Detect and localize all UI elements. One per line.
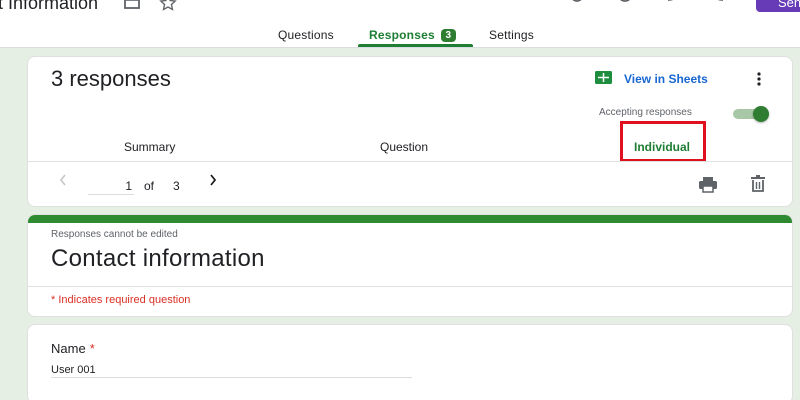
form-header-card: Responses cannot be edited Contact infor… [27, 214, 793, 317]
form-tabs: Questions Responses 3 Settings [0, 22, 800, 48]
tab-questions[interactable]: Questions [278, 28, 334, 42]
responses-summary-card: 3 responses View in Sheets Accepting res… [27, 56, 793, 207]
pager-total: 3 [173, 179, 180, 193]
print-icon[interactable] [698, 176, 718, 199]
palette-icon[interactable] [566, 0, 588, 15]
sheets-icon [595, 70, 613, 89]
copy-icon[interactable] [123, 0, 143, 15]
more-vert-icon[interactable] [756, 71, 762, 92]
required-question-note: * Indicates required question [51, 294, 191, 306]
subtab-summary[interactable]: Summary [124, 140, 175, 154]
responses-count-badge: 3 [440, 29, 456, 42]
top-app-bar: t Information Sen Questions Responses 3 S… [0, 0, 800, 48]
page-number-input[interactable] [88, 177, 134, 195]
send-button[interactable]: Sen [756, 0, 800, 12]
chevron-left-icon[interactable] [58, 173, 68, 190]
accepting-responses-label: Accepting responses [599, 107, 692, 118]
response-count: 3 responses [51, 66, 171, 91]
undo-icon[interactable] [664, 0, 682, 15]
highlight-box [620, 121, 706, 162]
tab-responses[interactable]: Responses 3 [369, 28, 456, 42]
subtab-question[interactable]: Question [380, 140, 428, 154]
form-doc-title[interactable]: t Information [0, 0, 98, 14]
cannot-edit-note: Responses cannot be edited [51, 229, 178, 240]
accepting-responses-toggle[interactable] [733, 106, 769, 122]
tab-responses-label: Responses [369, 28, 435, 42]
question-card-name: Name * User 001 [27, 324, 793, 400]
response-pager: of 3 [28, 162, 792, 208]
redo-icon[interactable] [711, 0, 729, 15]
pager-of-label: of [144, 179, 155, 193]
view-in-sheets-label: View in Sheets [624, 72, 708, 86]
trash-icon[interactable] [750, 175, 766, 198]
chevron-right-icon[interactable] [208, 173, 218, 190]
header-color-stripe [28, 215, 792, 223]
required-asterisk: * [89, 341, 95, 356]
star-icon[interactable] [158, 0, 178, 17]
question-title-label: Name [51, 341, 86, 356]
question-title: Name * [51, 341, 95, 356]
active-tab-indicator [358, 44, 473, 47]
answer-text: User 001 [51, 363, 412, 378]
tab-settings[interactable]: Settings [489, 28, 534, 42]
toggle-knob [753, 106, 769, 122]
form-title: Contact information [51, 245, 265, 272]
eye-icon[interactable] [614, 0, 636, 15]
divider [28, 286, 792, 287]
